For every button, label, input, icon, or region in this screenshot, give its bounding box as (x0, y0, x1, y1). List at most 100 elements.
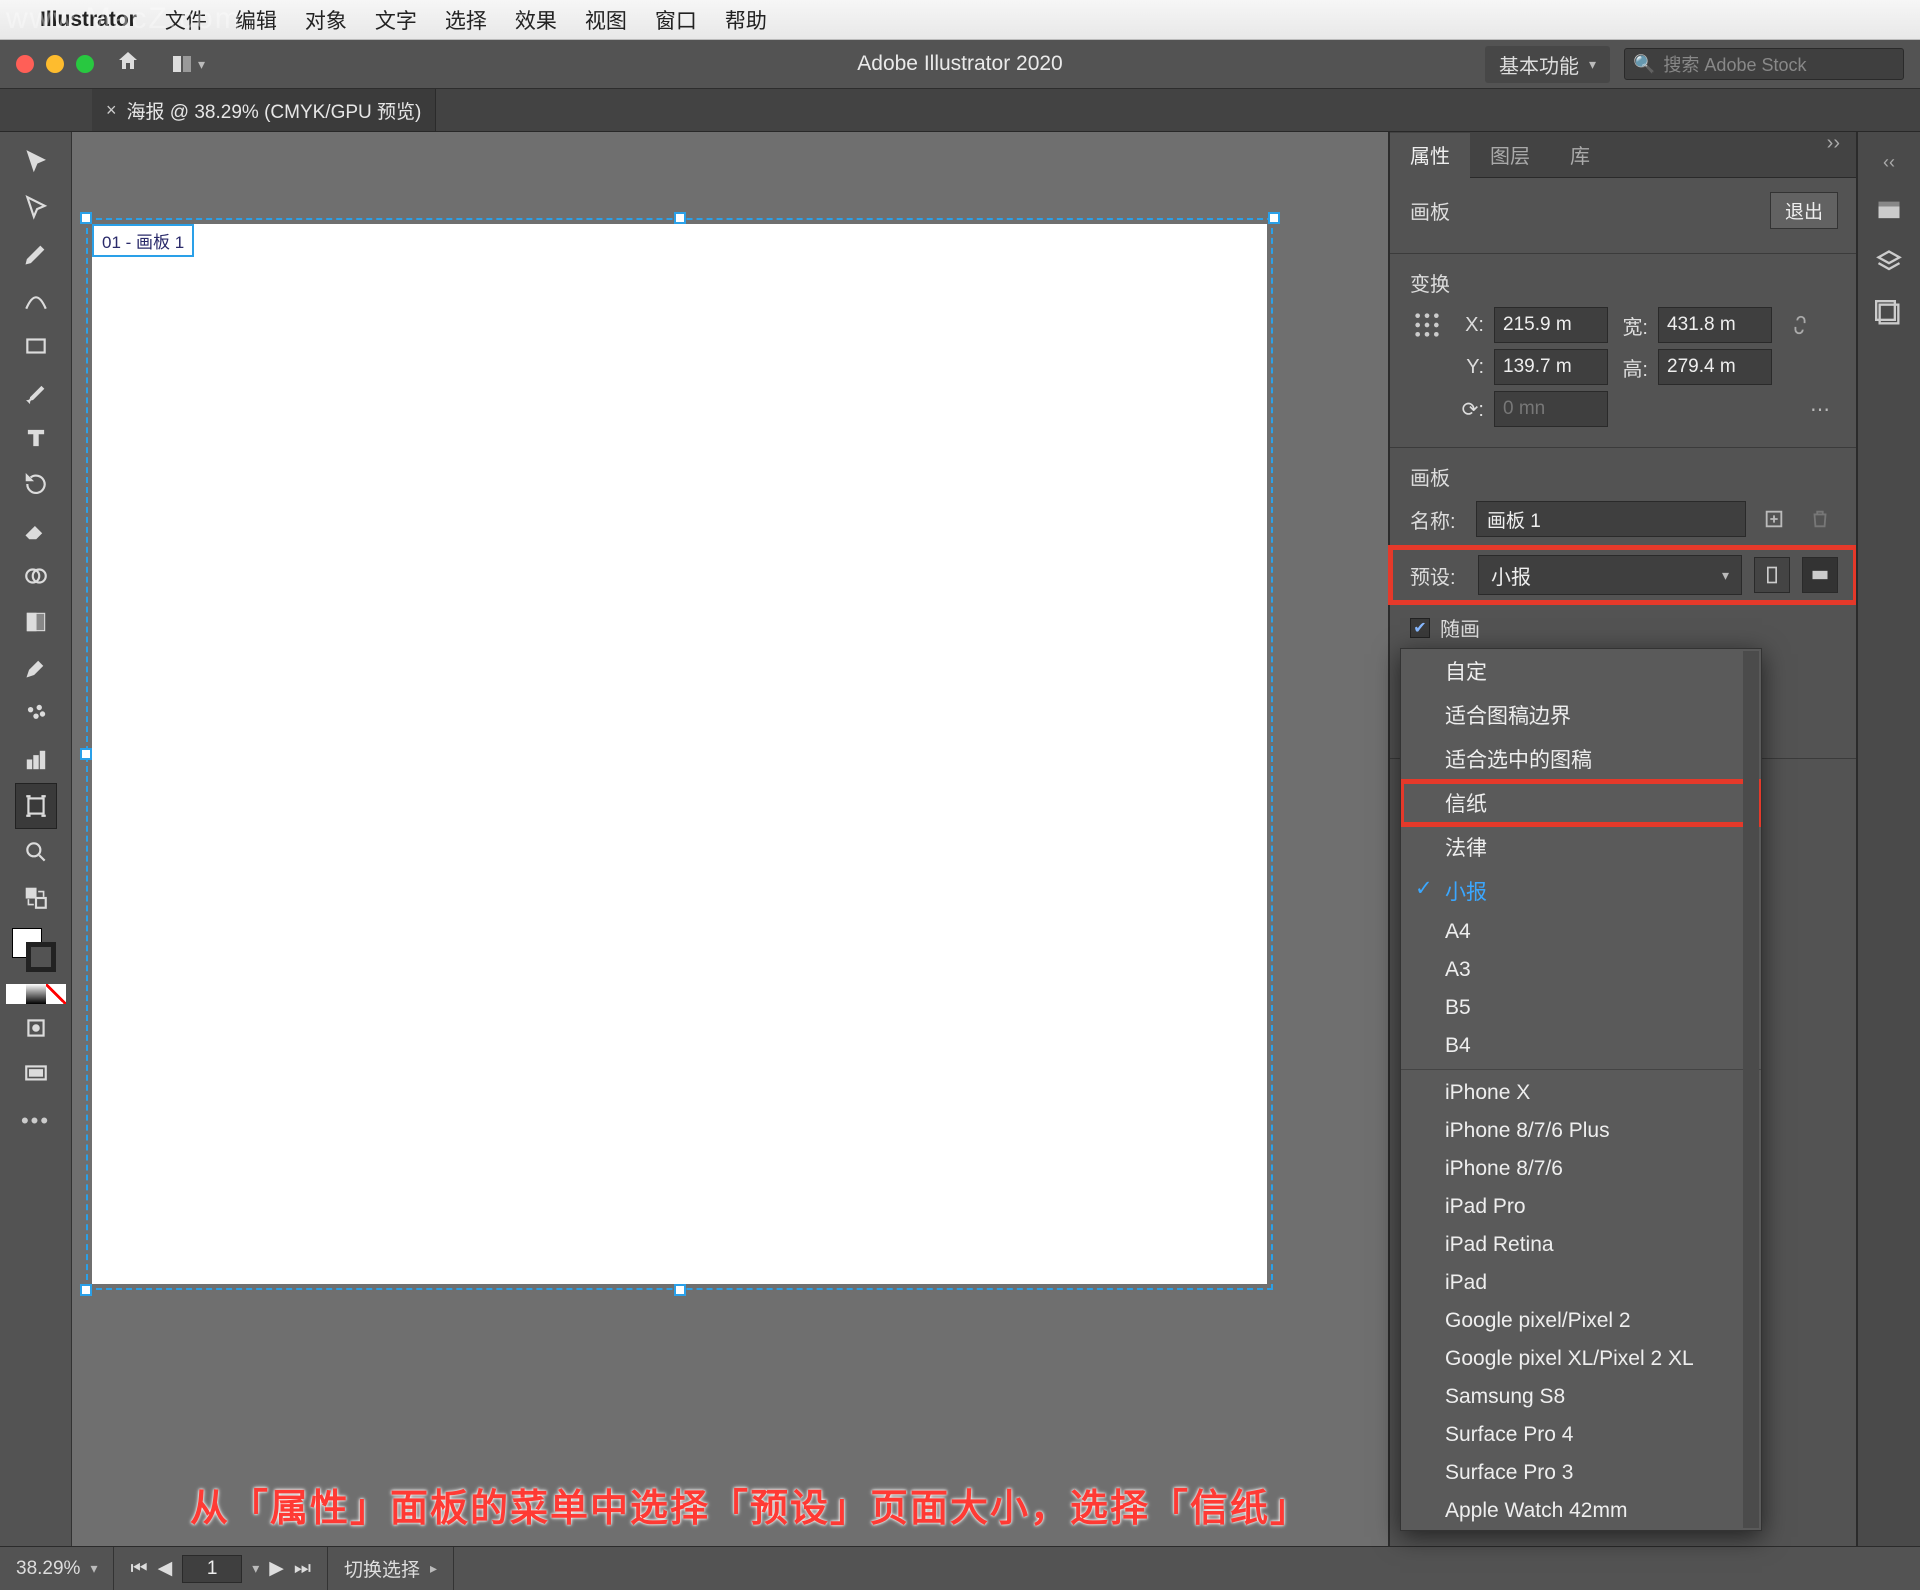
chevron-down-icon[interactable]: ▾ (252, 1560, 259, 1577)
preset-option[interactable]: A3 (1401, 951, 1761, 989)
preset-option[interactable]: iPad (1401, 1264, 1761, 1302)
zoom-level[interactable]: 38.29% ▾ (0, 1547, 114, 1590)
h-field[interactable]: 279.4 m (1658, 349, 1772, 385)
preset-option[interactable]: Apple Watch 42mm (1401, 1492, 1761, 1530)
stroke-swatch-icon[interactable] (26, 942, 56, 972)
pen-tool-icon[interactable] (16, 232, 56, 276)
draw-mode-icon[interactable] (16, 1006, 56, 1050)
swap-fill-stroke-icon[interactable] (16, 876, 56, 920)
direct-selection-tool-icon[interactable] (16, 186, 56, 230)
search-input[interactable]: 🔍 搜索 Adobe Stock (1624, 48, 1904, 80)
curvature-tool-icon[interactable] (16, 278, 56, 322)
preset-option[interactable]: 自定 (1401, 649, 1761, 693)
preset-option[interactable]: iPhone X (1401, 1074, 1761, 1112)
preset-option[interactable]: 信纸 (1401, 781, 1761, 825)
preset-option[interactable]: Surface Pro 3 (1401, 1454, 1761, 1492)
menu-select[interactable]: 选择 (445, 5, 487, 35)
orientation-portrait-icon[interactable] (1754, 557, 1790, 593)
rotate-tool-icon[interactable] (16, 462, 56, 506)
dock-properties-icon[interactable] (1872, 195, 1906, 225)
preset-option[interactable]: iPhone 8/7/6 Plus (1401, 1112, 1761, 1150)
menu-effect[interactable]: 效果 (515, 5, 557, 35)
preset-option[interactable]: A4 (1401, 913, 1761, 951)
preset-option[interactable]: iPhone 8/7/6 (1401, 1150, 1761, 1188)
document-tab[interactable]: × 海报 @ 38.29% (CMYK/GPU 预览) (92, 89, 436, 131)
nav-next-icon[interactable]: ▶ (269, 1557, 284, 1580)
resize-handle-nw[interactable] (80, 212, 92, 224)
tab-properties[interactable]: 属性 (1390, 133, 1470, 178)
menu-edit[interactable]: 编辑 (235, 5, 277, 35)
menu-view[interactable]: 视图 (585, 5, 627, 35)
tab-libraries[interactable]: 库 (1550, 132, 1610, 177)
reference-point-icon[interactable] (1410, 308, 1444, 342)
menu-type[interactable]: 文字 (375, 5, 417, 35)
edit-toolbar-icon[interactable]: ••• (21, 1108, 50, 1134)
window-maximize-icon[interactable] (76, 55, 94, 73)
preset-option[interactable]: 小报 (1401, 869, 1761, 913)
preset-option[interactable]: B5 (1401, 989, 1761, 1027)
x-field[interactable]: 215.9 m (1494, 307, 1608, 343)
artboard-tool-icon[interactable] (16, 784, 56, 828)
preset-option[interactable]: Surface Pro 4 (1401, 1416, 1761, 1454)
status-mode[interactable]: 切换选择 ▸ (328, 1547, 454, 1590)
resize-handle-n[interactable] (674, 212, 686, 224)
resize-handle-w[interactable] (80, 748, 92, 760)
color-mode-gradient-icon[interactable] (26, 984, 46, 1004)
preset-select[interactable]: 小报 ▾ (1478, 555, 1742, 595)
zoom-tool-icon[interactable] (16, 830, 56, 874)
column-graph-tool-icon[interactable] (16, 738, 56, 782)
artboard[interactable] (92, 224, 1267, 1284)
resize-handle-s[interactable] (674, 1284, 686, 1296)
canvas[interactable]: 01 - 画板 1 (72, 132, 1388, 1546)
new-artboard-icon[interactable] (1756, 501, 1792, 537)
link-wh-icon[interactable] (1782, 307, 1818, 343)
menu-object[interactable]: 对象 (305, 5, 347, 35)
screen-mode-icon[interactable] (16, 1052, 56, 1096)
menu-file[interactable]: 文件 (165, 5, 207, 35)
shape-builder-tool-icon[interactable] (16, 554, 56, 598)
preset-option[interactable]: 适合图稿边界 (1401, 693, 1761, 737)
symbol-sprayer-tool-icon[interactable] (16, 692, 56, 736)
tab-layers[interactable]: 图层 (1470, 132, 1550, 177)
nav-last-icon[interactable]: ⏭ (294, 1558, 311, 1580)
exit-artboard-button[interactable]: 退出 (1770, 192, 1838, 229)
preset-option[interactable]: 适合选中的图稿 (1401, 737, 1761, 781)
home-icon[interactable] (116, 49, 140, 80)
arrange-documents-icon[interactable]: ▾ (170, 52, 205, 76)
nav-first-icon[interactable]: ⏮ (130, 1558, 147, 1580)
gradient-tool-icon[interactable] (16, 600, 56, 644)
dropdown-scrollbar[interactable] (1743, 651, 1759, 1528)
workspace-switcher[interactable]: 基本功能 ▾ (1485, 46, 1610, 83)
orientation-landscape-icon[interactable] (1802, 557, 1838, 593)
paintbrush-tool-icon[interactable] (16, 370, 56, 414)
window-close-icon[interactable] (16, 55, 34, 73)
nav-prev-icon[interactable]: ◀ (158, 1557, 173, 1580)
close-tab-icon[interactable]: × (106, 100, 117, 121)
delete-artboard-icon[interactable] (1802, 501, 1838, 537)
dock-layers-icon[interactable] (1872, 247, 1906, 277)
color-mode-color-icon[interactable] (6, 984, 26, 1004)
move-with-artboard-checkbox[interactable]: ✔ (1410, 618, 1430, 638)
dock-libraries-icon[interactable] (1872, 299, 1906, 329)
w-field[interactable]: 431.8 m (1658, 307, 1772, 343)
resize-handle-ne[interactable] (1268, 212, 1280, 224)
selection-tool-icon[interactable] (16, 140, 56, 184)
rectangle-tool-icon[interactable] (16, 324, 56, 368)
panel-collapse-icon[interactable]: ›› (1811, 132, 1856, 177)
eraser-tool-icon[interactable] (16, 508, 56, 552)
dock-expand-icon[interactable]: ‹‹ (1883, 152, 1895, 173)
fill-stroke-swatch[interactable] (12, 928, 60, 976)
resize-handle-sw[interactable] (80, 1284, 92, 1296)
preset-option[interactable]: iPad Retina (1401, 1226, 1761, 1264)
preset-option[interactable]: Google pixel XL/Pixel 2 XL (1401, 1340, 1761, 1378)
preset-option[interactable]: Google pixel/Pixel 2 (1401, 1302, 1761, 1340)
preset-option[interactable]: Samsung S8 (1401, 1378, 1761, 1416)
app-menu[interactable]: Illustrator (40, 8, 137, 32)
artboard-name-input[interactable] (1476, 501, 1746, 537)
preset-option[interactable]: 法律 (1401, 825, 1761, 869)
window-minimize-icon[interactable] (46, 55, 64, 73)
preset-option[interactable]: B4 (1401, 1027, 1761, 1065)
transform-more-icon[interactable]: ⋯ (1802, 391, 1838, 427)
y-field[interactable]: 139.7 m (1494, 349, 1608, 385)
color-mode-none-icon[interactable] (46, 984, 66, 1004)
